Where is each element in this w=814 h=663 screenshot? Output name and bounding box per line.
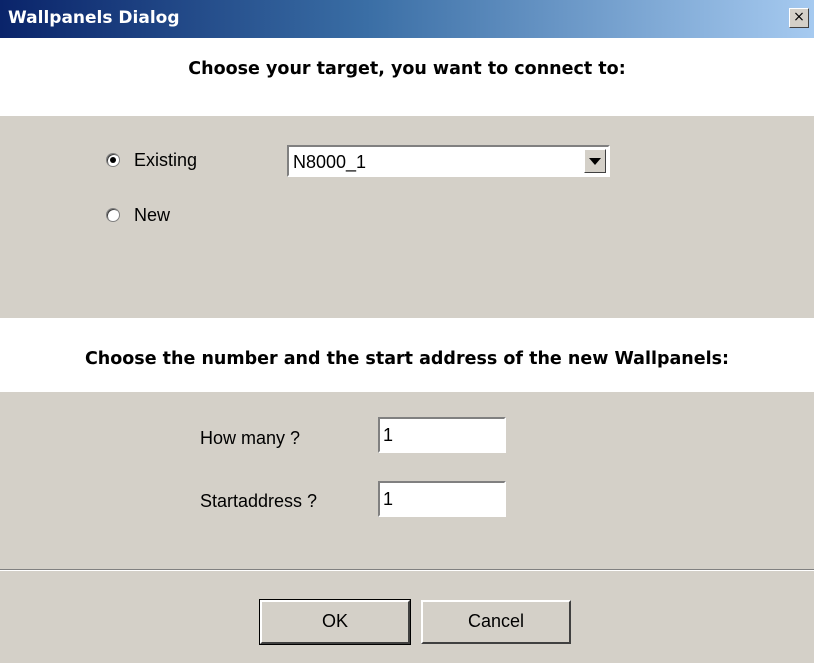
target-select[interactable]: N8000_1 xyxy=(287,145,610,177)
start-address-input[interactable] xyxy=(378,481,506,517)
separator xyxy=(0,569,814,571)
radio-selected-dot xyxy=(110,157,116,163)
window-title: Wallpanels Dialog xyxy=(8,8,180,28)
close-icon: × xyxy=(793,9,805,25)
radio-existing-label[interactable]: Existing xyxy=(134,150,197,171)
cancel-button[interactable]: Cancel xyxy=(421,600,571,644)
radio-existing[interactable]: Existing xyxy=(106,148,197,172)
target-heading-panel: Choose your target, you want to connect … xyxy=(0,38,814,116)
title-bar[interactable]: Wallpanels Dialog × xyxy=(0,0,814,38)
radio-new-label[interactable]: New xyxy=(134,205,170,226)
how-many-label: How many ? xyxy=(200,428,301,448)
wallpanels-heading: Choose the number and the start address … xyxy=(84,349,730,369)
how-many-input[interactable] xyxy=(378,417,506,453)
radio-new-indicator[interactable] xyxy=(106,208,120,222)
start-address-label: Startaddress ? xyxy=(200,491,318,511)
chevron-down-icon xyxy=(589,157,601,165)
ok-button[interactable]: OK xyxy=(259,599,411,645)
close-button[interactable]: × xyxy=(789,8,809,28)
radio-existing-indicator[interactable] xyxy=(106,153,120,167)
radio-new[interactable]: New xyxy=(106,203,170,227)
target-select-dropdown-button[interactable] xyxy=(584,149,606,173)
target-heading: Choose your target, you want to connect … xyxy=(188,59,626,79)
wallpanels-dialog: Wallpanels Dialog × Choose your target, … xyxy=(0,0,814,663)
wallpanels-heading-panel: Choose the number and the start address … xyxy=(0,318,814,392)
target-select-value: N8000_1 xyxy=(293,152,367,172)
